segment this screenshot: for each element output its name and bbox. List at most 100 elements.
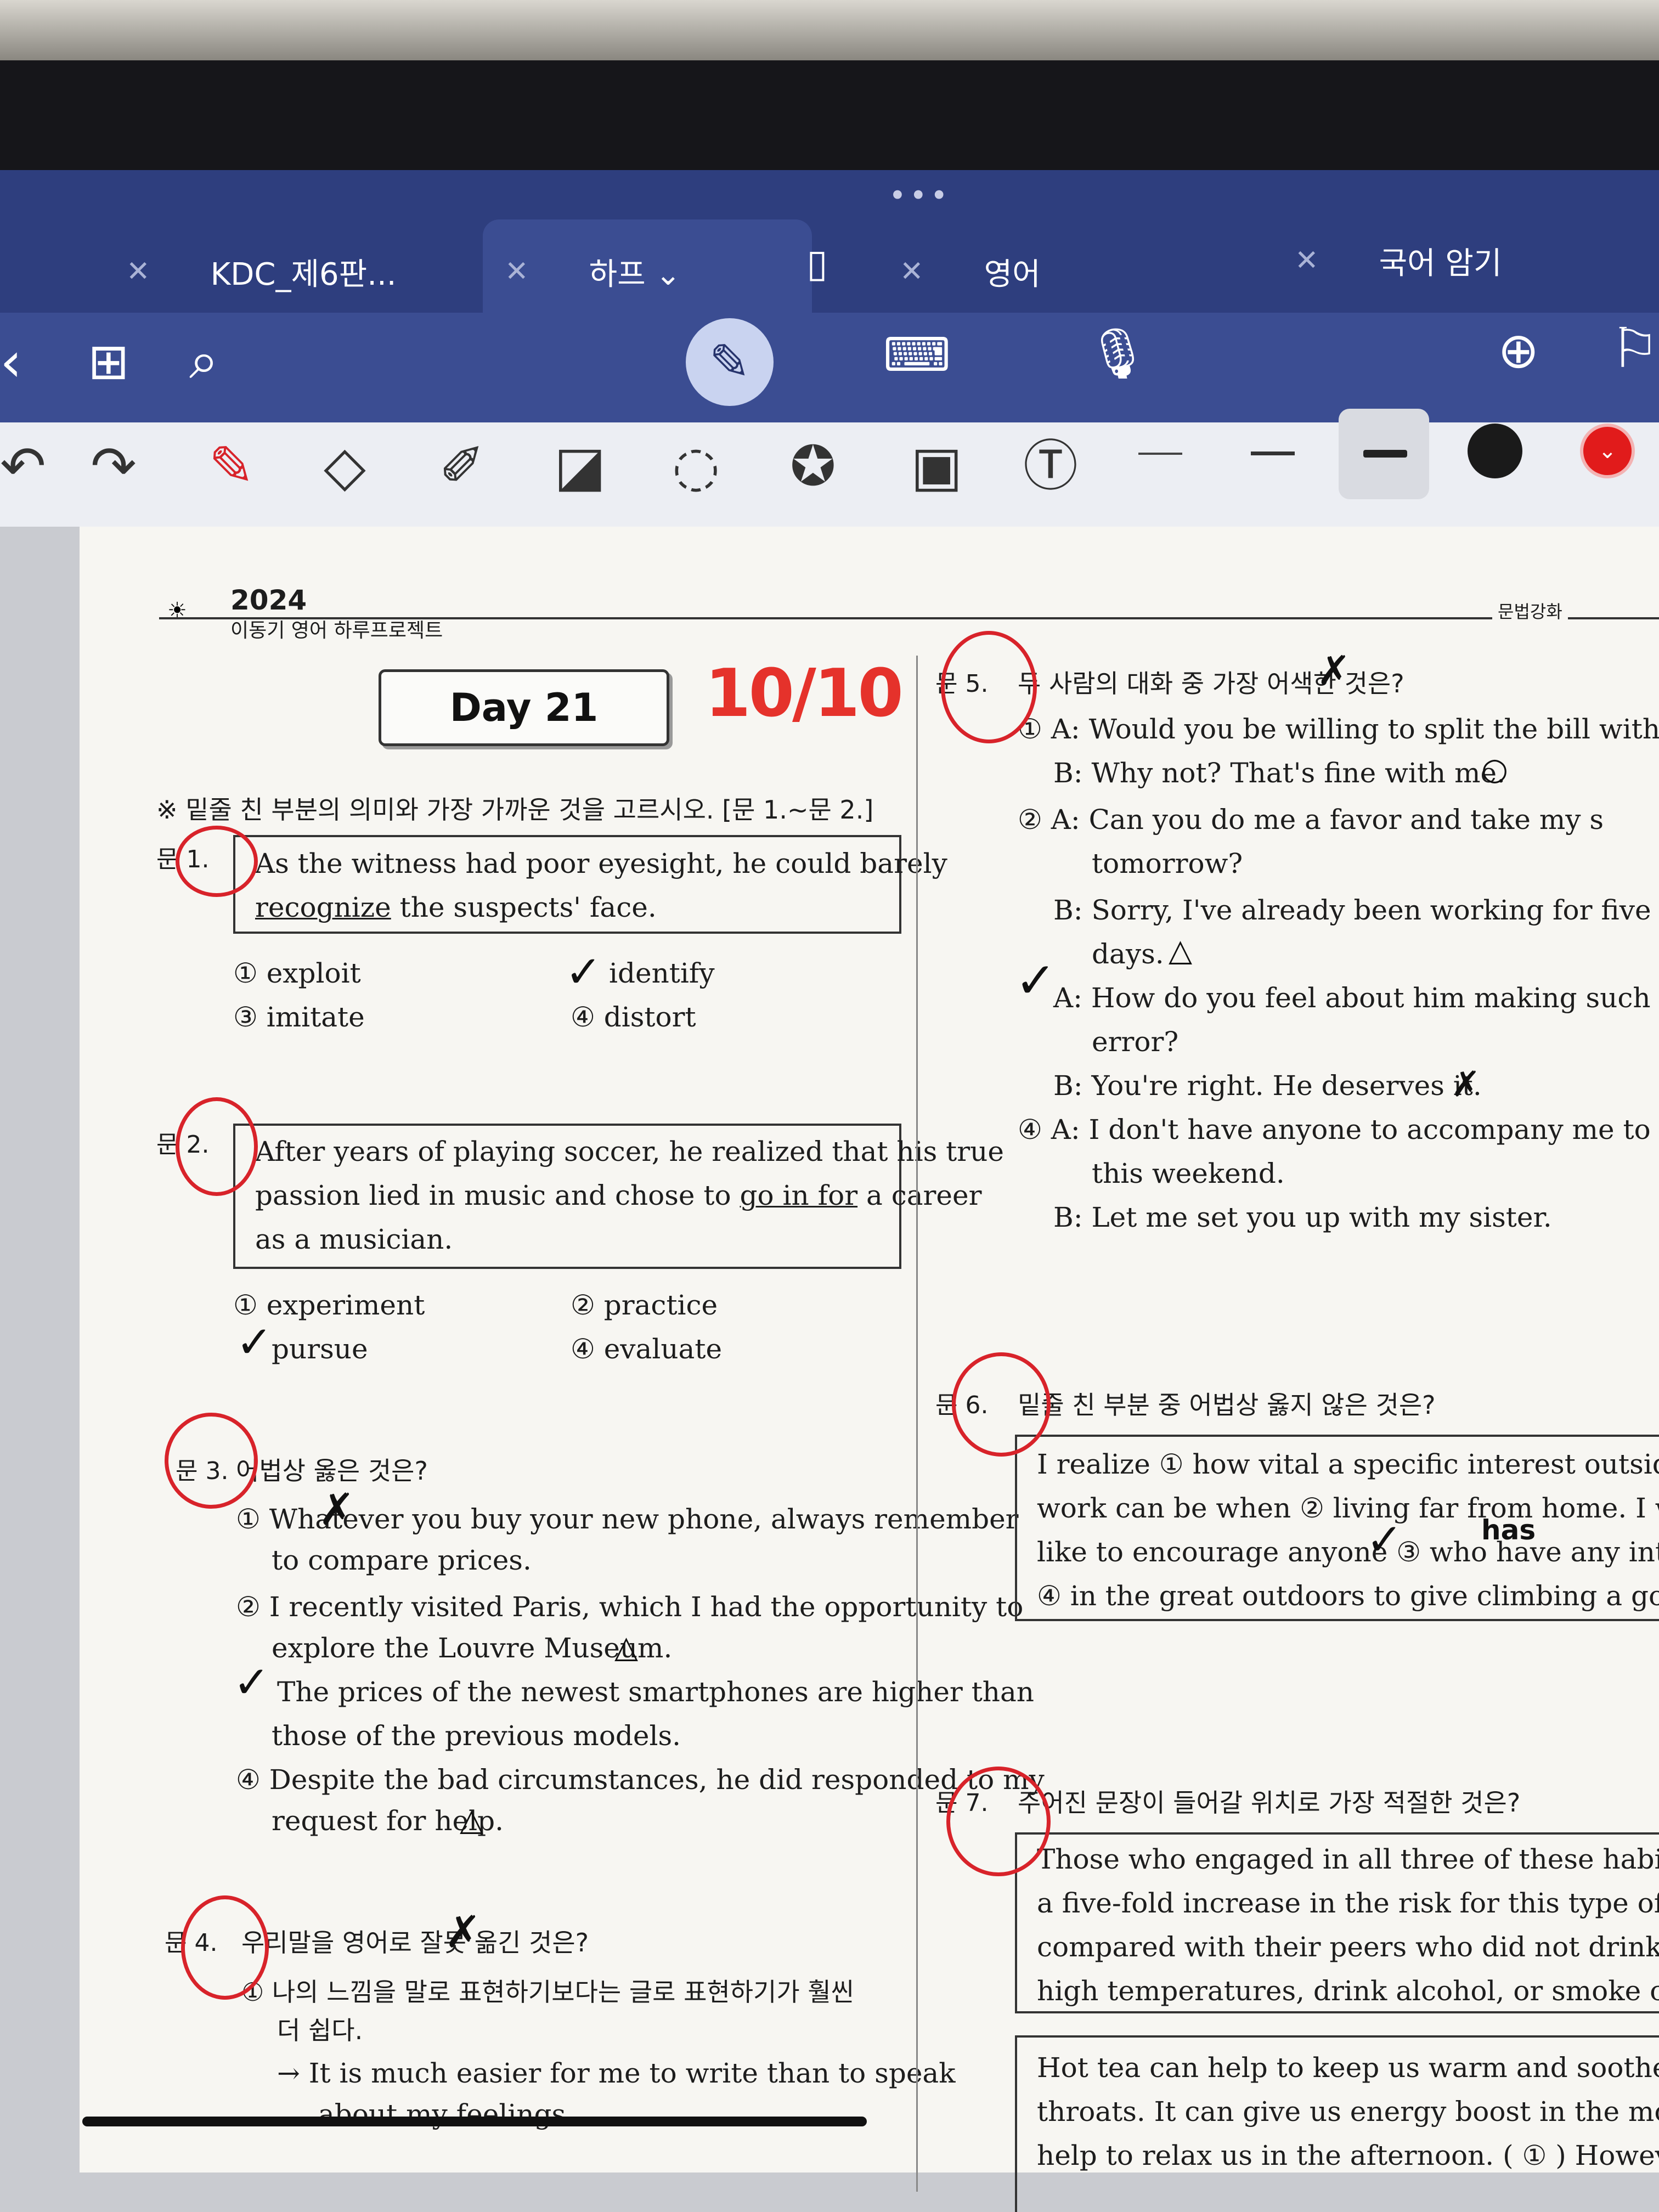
close-icon[interactable]: ✕	[126, 255, 150, 288]
cross-mark: ✗	[1451, 1064, 1481, 1105]
red-circle-mark	[181, 1895, 269, 2000]
q2-line3: as a musician.	[255, 1223, 453, 1255]
split-view-icon[interactable]: ▯	[806, 222, 828, 304]
chevron-left-icon[interactable]: ‹	[0, 335, 22, 390]
color-red-swatch[interactable]: ⌄	[1580, 424, 1635, 478]
column-divider	[916, 656, 918, 2192]
q3-title: 어법상 옳은 것은?	[236, 1456, 428, 1486]
q5-l1[interactable]: ① A: Would you be willing to split the b…	[1018, 713, 1659, 745]
q5-l10[interactable]: ④ A: I don't have anyone to accompany me…	[1018, 1114, 1659, 1146]
add-page-icon[interactable]: ⊕	[1498, 326, 1539, 376]
undo-icon[interactable]: ↶	[0, 439, 46, 494]
q2-option2[interactable]: ② practice	[571, 1289, 718, 1321]
check-mark: ✓	[233, 1657, 270, 1708]
image-icon[interactable]: ▣	[911, 439, 962, 494]
q3-b2: explore the Louvre Museum.	[272, 1632, 673, 1664]
triangle-mark: △	[460, 1802, 484, 1838]
highlighter-icon[interactable]: ✐	[439, 439, 485, 494]
q1-option2[interactable]: identify	[609, 957, 715, 989]
keyboard-icon[interactable]: ⌨	[883, 332, 951, 379]
search-icon[interactable]: ⌕	[189, 335, 218, 387]
q7-p1: Hot tea can help to keep us warm and soo…	[1037, 2052, 1659, 2084]
more-dots-icon[interactable]: •••	[889, 178, 951, 213]
q3-b1[interactable]: ② I recently visited Paris, which I had …	[236, 1591, 1023, 1623]
q2-option3[interactable]: pursue	[272, 1333, 368, 1365]
close-icon[interactable]: ✕	[1295, 244, 1319, 277]
section-label: 문법강화	[1492, 598, 1568, 623]
q5-l11: this weekend.	[1092, 1158, 1285, 1189]
sticker-icon[interactable]: ✪	[790, 439, 836, 494]
line-thick-option	[1363, 450, 1407, 458]
home-indicator[interactable]	[82, 2117, 867, 2126]
tab-english[interactable]: ✕ 영어	[900, 230, 1041, 313]
q1-option1[interactable]: ① exploit	[233, 957, 361, 989]
device-bezel	[0, 0, 1659, 60]
circle-mark: ○	[1481, 752, 1508, 787]
cross-mark: ✗	[1317, 647, 1351, 695]
triangle-mark: △	[614, 1629, 639, 1665]
pen-icon[interactable]: ✎	[686, 318, 774, 406]
check-mark: ✓	[1366, 1514, 1403, 1565]
q3-c2: those of the previous models.	[272, 1720, 681, 1752]
q5-l5: B: Sorry, I've already been working for …	[1053, 894, 1659, 926]
eraser-icon[interactable]: ◇	[324, 439, 366, 494]
handwritten-correction: has	[1481, 1514, 1536, 1546]
q3-c1[interactable]: The prices of the newest smartphones are…	[277, 1676, 1034, 1708]
q1-option4[interactable]: ④ distort	[571, 1001, 696, 1033]
pen-tool-icon[interactable]: ✎	[208, 439, 255, 494]
main-toolbar	[0, 313, 1659, 422]
photo-frame: ••• ✕ KDC_제6판... ✕ 하프 ⌄ ▯ ✕ 영어 ✕ 국어 암기 ‹ ⊞ ⌕…	[0, 0, 1659, 2212]
tab-korean-memo[interactable]: ✕ 국어 암기	[1295, 219, 1502, 302]
header-rule	[159, 617, 1659, 619]
q1-underlined: recognize	[255, 891, 391, 923]
grid-icon[interactable]: ⊞	[88, 337, 129, 387]
bookmark-icon[interactable]: ⚐	[1610, 321, 1659, 376]
q6-title: 밑줄 친 부분 중 어법상 옳지 않은 것은?	[1018, 1390, 1436, 1420]
lasso-icon[interactable]: ◌	[672, 439, 720, 494]
shapes-icon[interactable]: ◪	[554, 439, 606, 494]
check-mark: ✓	[565, 946, 602, 997]
day-title: Day 21	[379, 669, 669, 746]
cross-mark: ✗	[444, 1906, 482, 1957]
device-bezel-dark	[0, 60, 1659, 170]
q4-korean2: 더 쉽다.	[277, 2016, 363, 2045]
triangle-mark: △	[1169, 933, 1193, 968]
q2-underlined: go in for	[740, 1180, 858, 1211]
q4-title: 우리말을 영어로 잘못 옮긴 것은?	[241, 1928, 589, 1957]
q5-l8: error?	[1092, 1026, 1179, 1058]
instruction: ※ 밑줄 친 부분의 의미와 가장 가까운 것을 고르시오. [문 1.~문 2…	[156, 795, 874, 825]
q7-p3: help to relax us in the afternoon. ( ① )…	[1037, 2140, 1659, 2171]
redo-icon[interactable]: ↷	[91, 439, 137, 494]
red-circle-mark	[165, 1413, 258, 1509]
q3-a2: to compare prices.	[272, 1544, 532, 1576]
q5-l3[interactable]: ② A: Can you do me a favor and take my s	[1018, 804, 1604, 836]
red-circle-mark	[176, 1097, 258, 1196]
tab-half[interactable]: ✕ 하프 ⌄	[505, 230, 681, 313]
q5-l12: B: Let me set you up with my sister.	[1053, 1201, 1552, 1233]
q5-l7[interactable]: A: How do you feel about him making such…	[1053, 982, 1659, 1014]
red-circle-mark	[176, 826, 258, 897]
doc-year: 2024	[230, 584, 307, 616]
microphone-icon[interactable]: 🎙	[1086, 329, 1149, 379]
q6-l1: I realize ① how vital a specific interes…	[1037, 1448, 1659, 1480]
q5-l2: B: Why not? That's fine with me.	[1053, 757, 1505, 789]
q4-korean1[interactable]: ① 나의 느낌을 말로 표현하기보다는 글로 표현하기가 훨씬	[241, 1972, 854, 2008]
q6-l2: work can be when ② living far from home.…	[1037, 1492, 1659, 1524]
q4-english1: → It is much easier for me to write than…	[277, 2057, 956, 2089]
q6-l4: ④ in the great outdoors to give climbing…	[1037, 1580, 1659, 1612]
q2-option4[interactable]: ④ evaluate	[571, 1333, 722, 1365]
tab-kdc[interactable]: ✕ KDC_제6판...	[126, 230, 397, 313]
q7-l2: a five-fold increase in the risk for thi…	[1037, 1887, 1659, 1919]
color-black-swatch[interactable]	[1468, 424, 1522, 478]
close-icon[interactable]: ✕	[505, 255, 529, 288]
q7-l3: compared with their peers who did not dr…	[1037, 1931, 1659, 1963]
red-circle-mark	[946, 1767, 1051, 1876]
text-icon[interactable]: Ⓣ	[1023, 439, 1078, 494]
q1-option3[interactable]: ③ imitate	[233, 1001, 365, 1033]
line-medium-option[interactable]	[1251, 452, 1295, 455]
q7-p2: throats. It can give us energy boost in …	[1037, 2096, 1659, 2128]
close-icon[interactable]: ✕	[900, 255, 924, 288]
score-handwritten: 10/10	[705, 656, 904, 732]
q3-d1[interactable]: ④ Despite the bad circumstances, he did …	[236, 1764, 1045, 1796]
line-thin-option[interactable]	[1138, 453, 1182, 455]
